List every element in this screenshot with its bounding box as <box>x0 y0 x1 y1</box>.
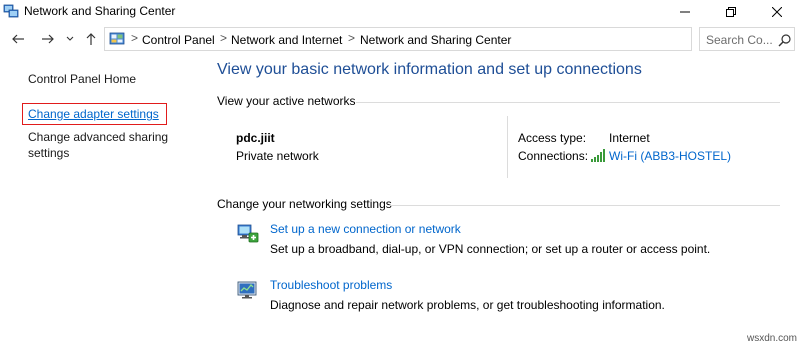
sidebar-item-change-adapter-settings[interactable]: Change adapter settings <box>28 106 159 122</box>
breadcrumb-control-panel[interactable]: Control Panel <box>142 33 215 47</box>
troubleshoot-link[interactable]: Troubleshoot problems <box>270 278 392 292</box>
network-name: pdc.jiit <box>236 131 275 145</box>
close-button[interactable] <box>754 0 800 24</box>
watermark: wsxdn.com <box>747 333 798 344</box>
navigation-bar: > Control Panel > Network and Internet >… <box>0 26 800 52</box>
connections-label: Connections: <box>518 149 589 163</box>
networking-settings-label: Change your networking settings <box>217 197 392 211</box>
up-button[interactable] <box>82 28 100 50</box>
recent-locations-button[interactable] <box>63 28 77 50</box>
restore-button[interactable] <box>708 0 754 24</box>
back-button[interactable] <box>8 28 28 50</box>
window-title: Network and Sharing Center <box>24 4 176 18</box>
breadcrumb-separator: > <box>348 31 356 45</box>
setup-connection-description: Set up a broadband, dial-up, or VPN conn… <box>270 242 711 256</box>
forward-arrow-icon <box>42 34 54 44</box>
chevron-down-icon <box>66 36 74 41</box>
active-networks-label: View your active networks <box>217 94 356 108</box>
close-icon <box>772 7 782 17</box>
wifi-signal-icon <box>591 149 605 162</box>
search-input[interactable]: Search Co... <box>706 33 773 47</box>
minimize-icon <box>680 11 690 13</box>
breadcrumb-network-and-sharing-center[interactable]: Network and Sharing Center <box>360 33 511 47</box>
network-sharing-icon <box>3 4 19 18</box>
troubleshoot-description: Diagnose and repair network problems, or… <box>270 298 665 312</box>
address-bar[interactable]: > Control Panel > Network and Internet >… <box>104 27 790 51</box>
connection-link[interactable]: Wi-Fi (ABB3-HOSTEL) <box>609 149 731 163</box>
access-type-label: Access type: <box>518 131 587 145</box>
minimize-button[interactable] <box>662 0 708 24</box>
sidebar-item-control-panel-home[interactable]: Control Panel Home <box>28 71 136 87</box>
divider <box>507 116 508 178</box>
up-arrow-icon <box>86 33 96 45</box>
breadcrumb-separator: > <box>131 31 139 45</box>
search-icon[interactable] <box>778 33 792 47</box>
setup-connection-link[interactable]: Set up a new connection or network <box>270 222 461 236</box>
forward-button[interactable] <box>38 28 58 50</box>
restore-icon <box>726 7 736 17</box>
sidebar-item-change-advanced-sharing-settings[interactable]: Change advanced sharing settings <box>28 129 178 161</box>
search-box[interactable]: Search Co... <box>699 27 795 51</box>
troubleshoot-icon <box>237 281 257 299</box>
page-title: View your basic network information and … <box>217 61 642 78</box>
new-connection-icon <box>237 224 259 243</box>
breadcrumb-network-and-internet[interactable]: Network and Internet <box>231 33 342 47</box>
title-bar: Network and Sharing Center <box>0 0 800 24</box>
control-panel-icon <box>109 32 125 45</box>
divider <box>389 205 780 206</box>
access-type-value: Internet <box>609 131 650 145</box>
breadcrumb-separator: > <box>220 31 228 45</box>
divider <box>356 102 780 103</box>
back-arrow-icon <box>12 34 24 44</box>
network-category: Private network <box>236 149 319 163</box>
